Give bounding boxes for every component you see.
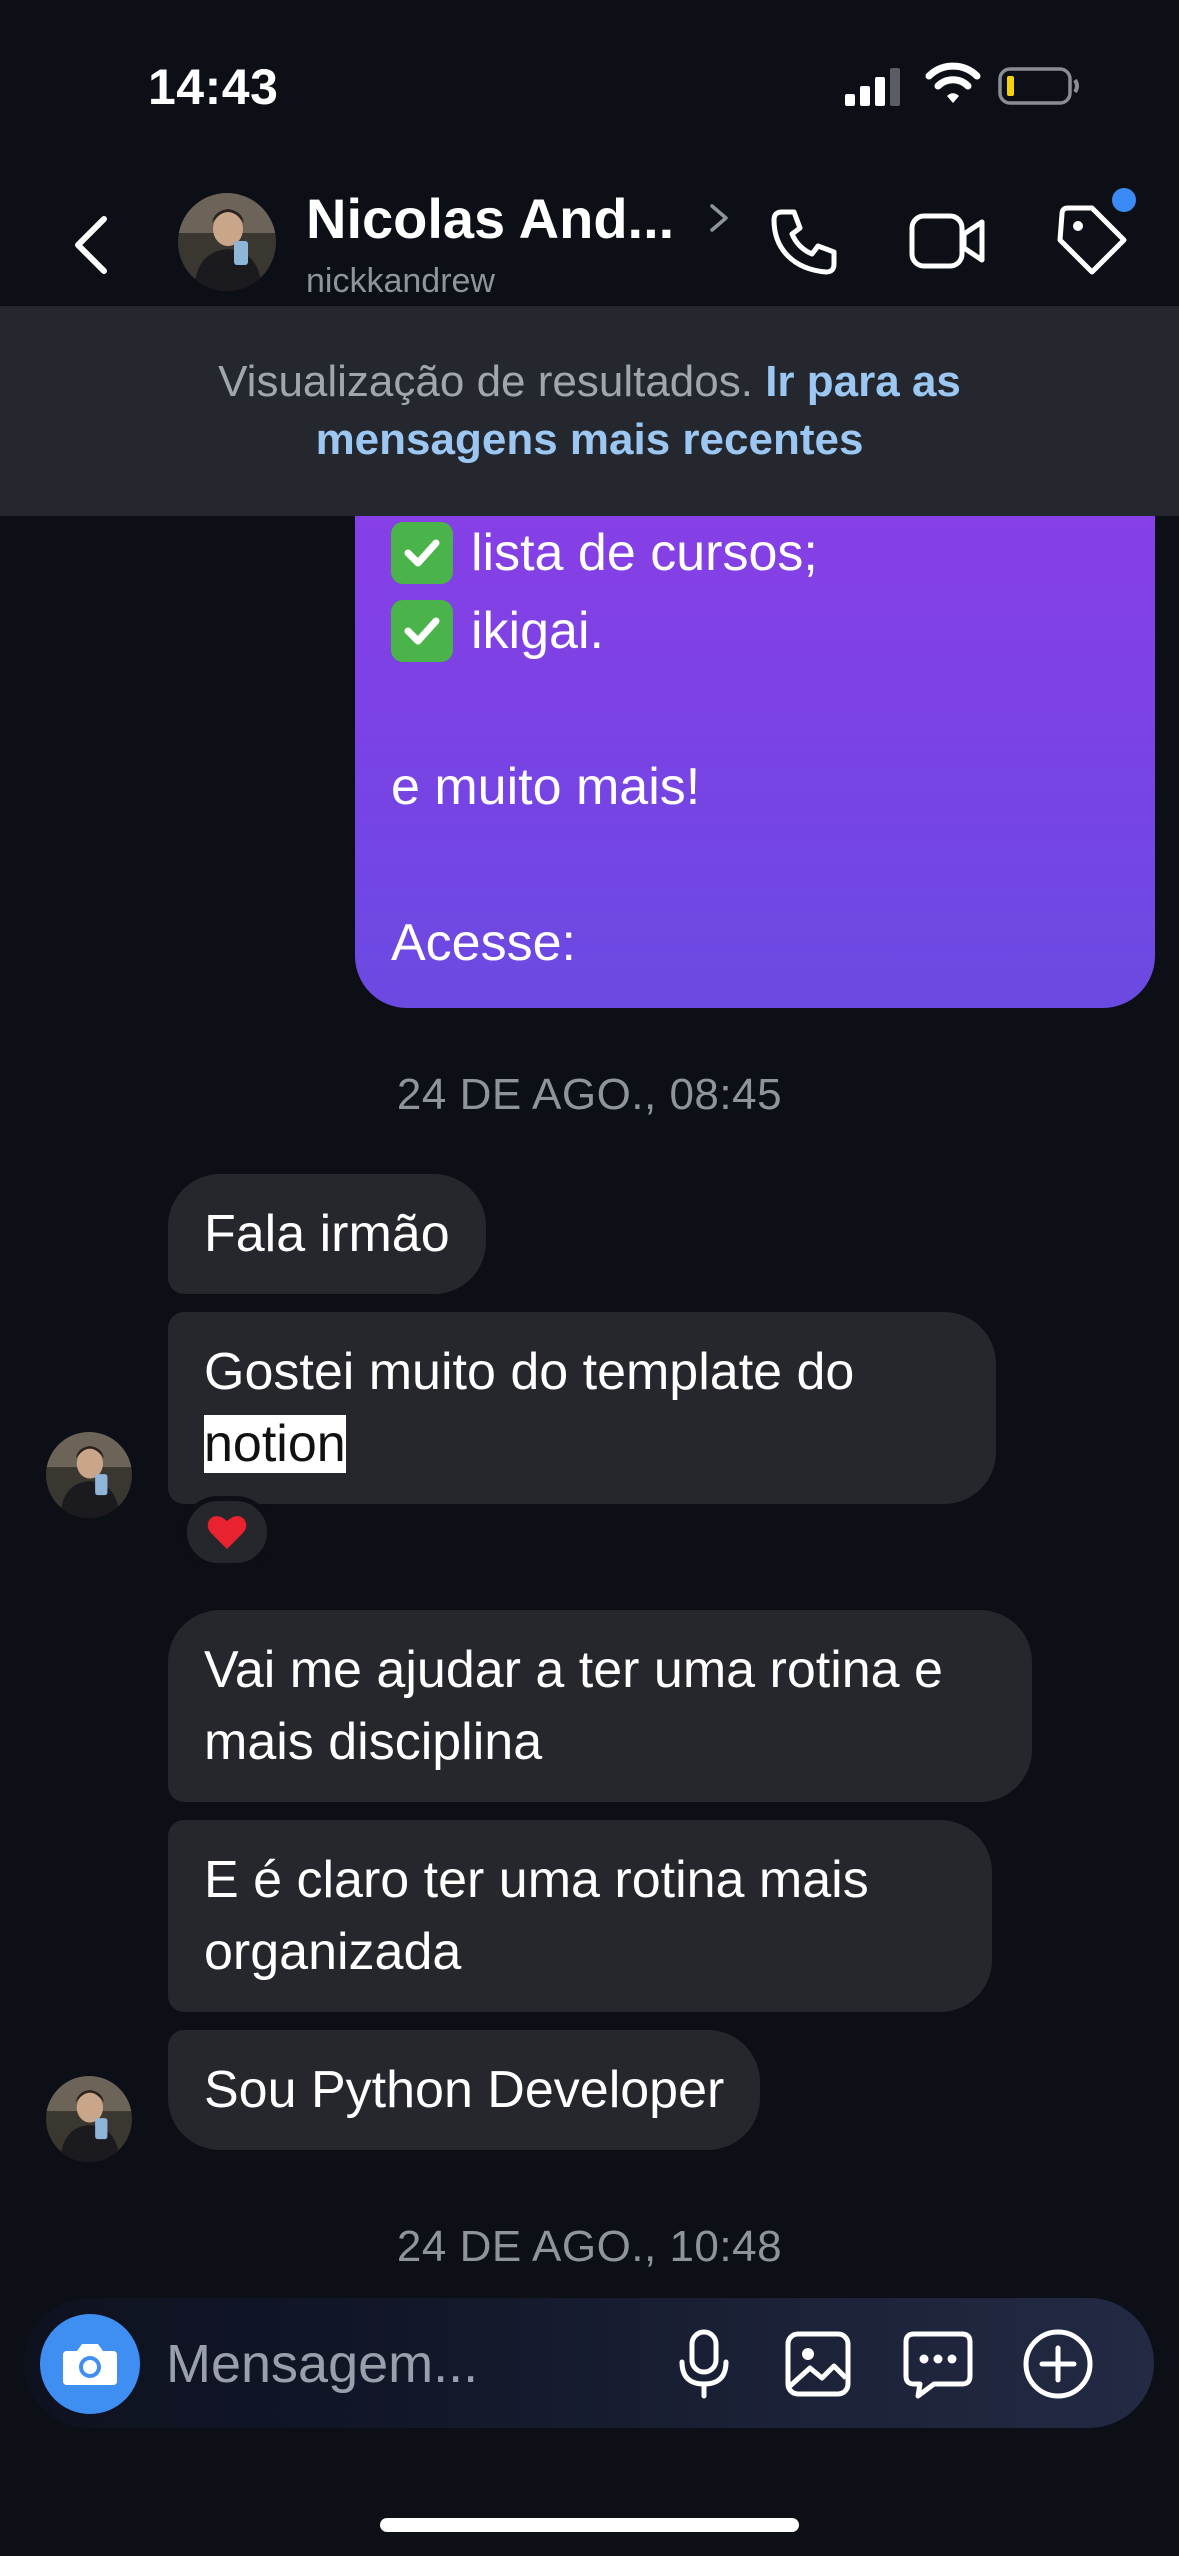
outgoing-line-text: lista de cursos; (471, 524, 818, 582)
search-highlight: notion (204, 1415, 346, 1473)
contact-name[interactable]: Nicolas And... (306, 186, 674, 251)
phone-icon[interactable] (768, 206, 840, 278)
tag-icon[interactable] (1052, 200, 1132, 280)
avatar-photo (46, 2076, 132, 2162)
back-chevron-icon[interactable] (60, 205, 120, 285)
sender-avatar[interactable] (46, 1432, 132, 1518)
message-text: Vai me ajudar a ter uma rotina e mais di… (204, 1641, 943, 1771)
contact-avatar[interactable] (178, 193, 276, 291)
image-icon[interactable] (778, 2324, 858, 2404)
chevron-right-icon[interactable] (706, 198, 732, 238)
message-text: E é claro ter uma rotina mais organizada (204, 1851, 869, 1981)
search-results-banner: Visualização de resultados. Ir para as m… (0, 306, 1179, 516)
red-heart-icon (207, 1515, 247, 1549)
camera-button[interactable] (40, 2314, 140, 2414)
incoming-message-bubble[interactable]: Fala irmão (168, 1174, 486, 1294)
incoming-message-bubble[interactable]: Vai me ajudar a ter uma rotina e mais di… (168, 1610, 1032, 1802)
banner-text: Visualização de resultados. (218, 357, 753, 406)
outgoing-line-text: e muito mais! (391, 758, 701, 816)
incoming-message-bubble[interactable]: Gostei muito do template do notion (168, 1312, 996, 1504)
incoming-message-bubble[interactable]: E é claro ter uma rotina mais organizada (168, 1820, 992, 2012)
home-indicator[interactable] (380, 2518, 799, 2532)
check-mark-emoji-icon (391, 522, 453, 584)
message-text: Gostei muito do template do (204, 1343, 855, 1401)
message-text: Sou Python Developer (204, 2061, 725, 2119)
outgoing-line-text: Acesse: (391, 914, 576, 972)
date-separator: 24 DE AGO., 10:48 (396, 2222, 783, 2271)
wifi-icon (925, 62, 981, 103)
avatar-photo (46, 1432, 132, 1518)
cellular-signal-icon (845, 68, 900, 106)
check-mark-emoji-icon (391, 600, 453, 662)
outgoing-message-bubble[interactable]: lista de cursos; ikigai. e muito mais! A… (355, 440, 1155, 1008)
date-separator: 24 DE AGO., 08:45 (396, 1070, 783, 1119)
avatar-photo (178, 193, 276, 291)
message-input[interactable] (166, 2318, 546, 2410)
outgoing-line: lista de cursos; (391, 514, 1119, 592)
incoming-message-bubble[interactable]: Sou Python Developer (168, 2030, 761, 2150)
notification-dot (1112, 188, 1136, 212)
message-text: Fala irmão (204, 1205, 450, 1263)
video-camera-icon[interactable] (908, 208, 988, 274)
sticker-chat-icon[interactable] (898, 2324, 978, 2404)
camera-icon (63, 2344, 117, 2385)
contact-username: nickkandrew (306, 262, 495, 300)
sender-avatar[interactable] (46, 2076, 132, 2162)
outgoing-line: ikigai. (391, 592, 1119, 670)
microphone-icon[interactable] (664, 2324, 744, 2404)
outgoing-line-text: ikigai. (471, 602, 604, 660)
plus-circle-icon[interactable] (1018, 2324, 1098, 2404)
battery-low-icon (998, 67, 1079, 105)
status-time: 14:43 (148, 59, 279, 115)
heart-reaction[interactable] (182, 1496, 272, 1568)
